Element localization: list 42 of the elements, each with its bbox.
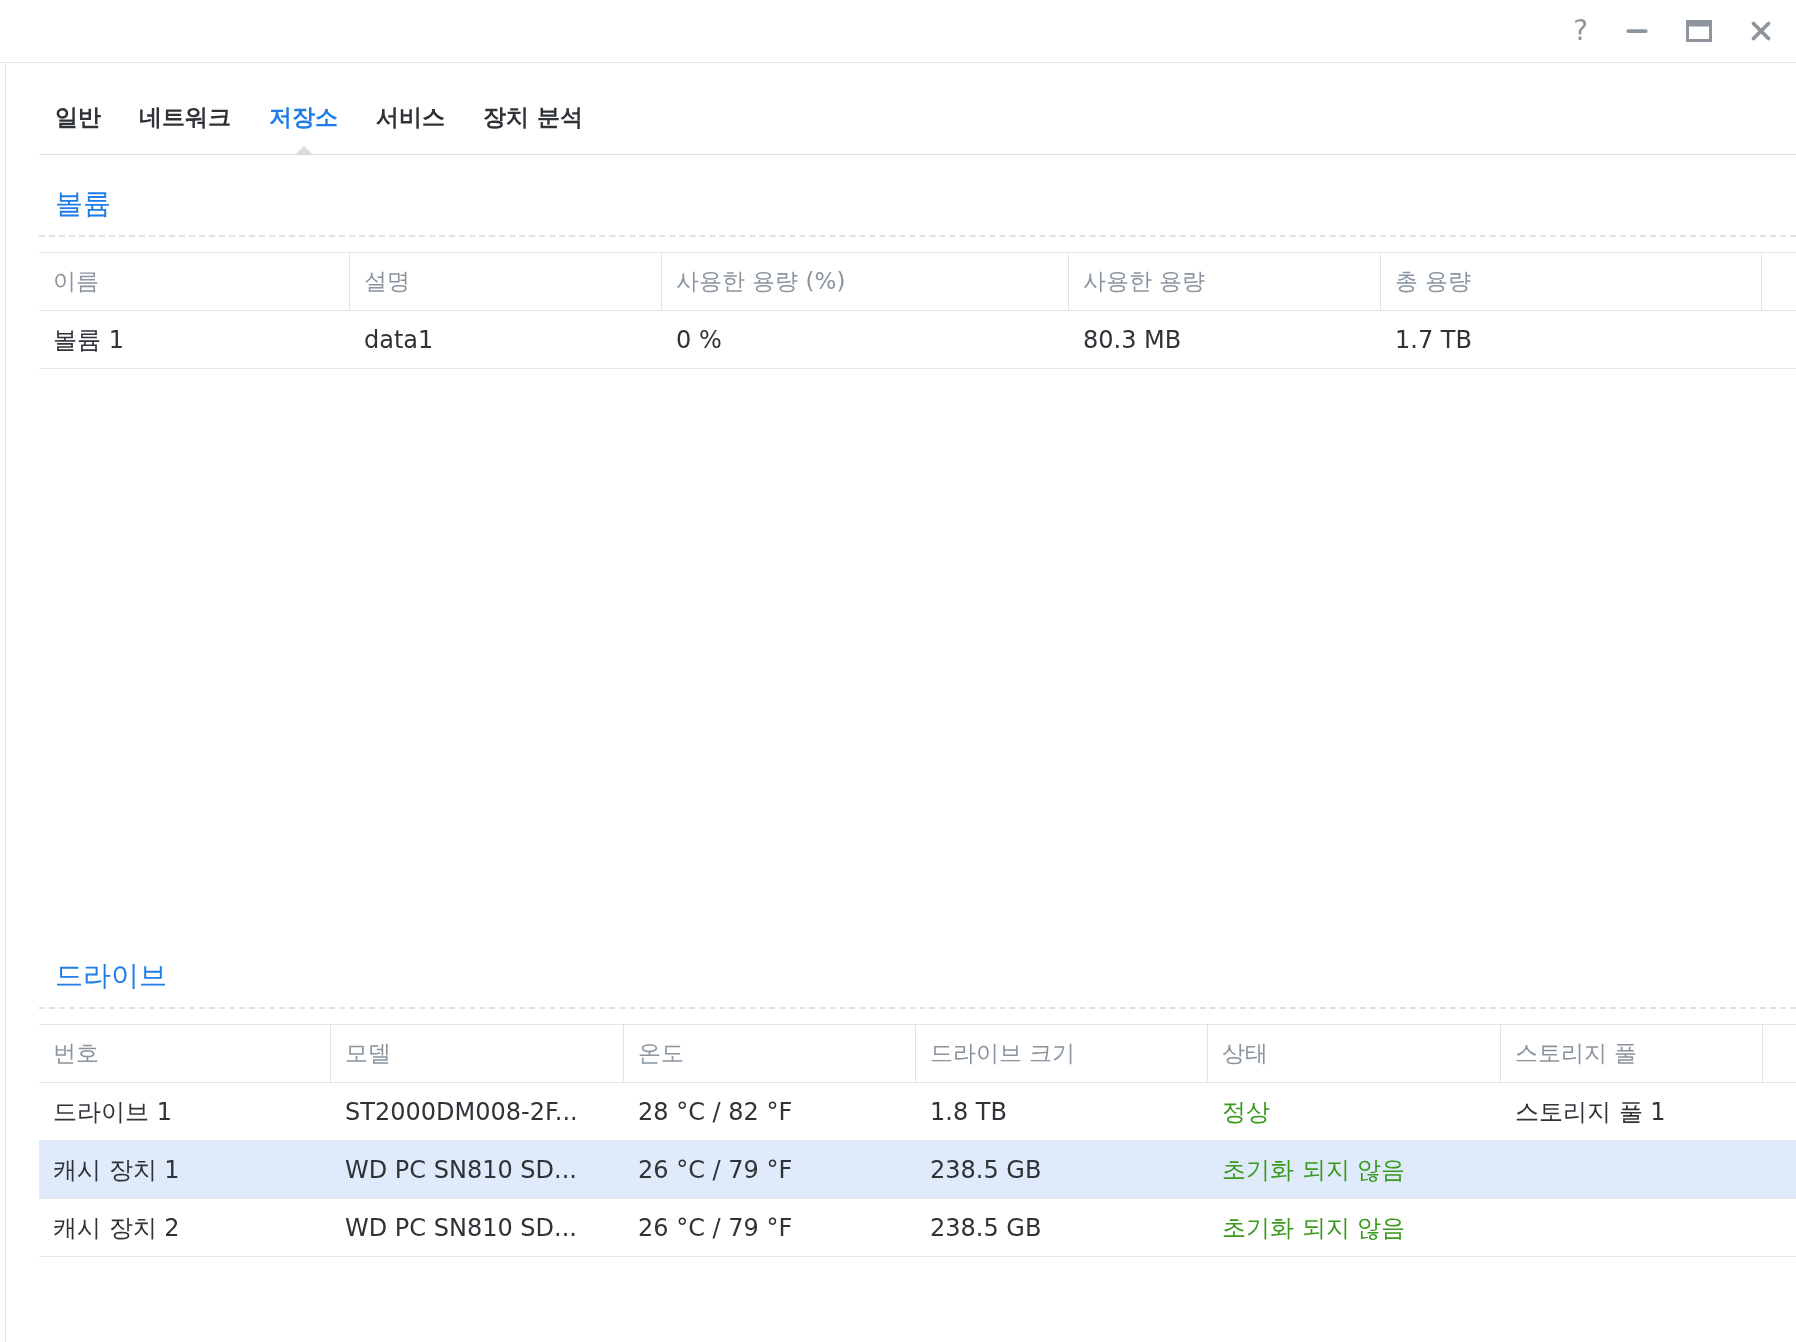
help-icon[interactable]: ?: [1573, 17, 1588, 45]
tab[interactable]: 서비스: [376, 99, 445, 154]
table-cell-text: 초기화 되지 않음: [1222, 1212, 1406, 1244]
table-cell-text: 0 %: [676, 324, 722, 356]
table-row[interactable]: 캐시 장치 1 WD PC SN810 SD... 26 °C / 79 °F 238.5 GB 초기화 되지 않음: [39, 1141, 1796, 1199]
table-cell-text: 26 °C / 79 °F: [638, 1154, 793, 1186]
column-header[interactable]: 상태: [1208, 1025, 1501, 1082]
column-header[interactable]: 사용한 용량: [1069, 253, 1381, 310]
table-cell-text: 초기화 되지 않음: [1222, 1154, 1406, 1186]
table-cell-text: 238.5 GB: [930, 1212, 1042, 1244]
table-cell-text: 볼륨 1: [53, 324, 124, 356]
table-cell-text: 드라이브 1: [53, 1096, 172, 1128]
section-title: 볼륨: [55, 187, 111, 220]
table-cell-text: 정상: [1222, 1096, 1270, 1128]
column-header[interactable]: 총 용량: [1381, 253, 1762, 310]
table-cell-text: data1: [364, 324, 434, 356]
table-cell-text: 28 °C / 82 °F: [638, 1096, 793, 1128]
column-header[interactable]: 스토리지 풀: [1501, 1025, 1763, 1082]
table-cell-text: 캐시 장치 2: [53, 1212, 180, 1244]
table-cell-text: ST2000DM008-2F...: [345, 1096, 578, 1128]
column-header[interactable]: 설명: [350, 253, 662, 310]
column-header[interactable]: 드라이브 크기: [916, 1025, 1208, 1082]
table-cell-text: 1.8 TB: [930, 1096, 1007, 1128]
section-title: 드라이브: [55, 959, 167, 992]
column-header[interactable]: 모델: [331, 1025, 624, 1082]
table-cell-text: 캐시 장치 1: [53, 1154, 180, 1186]
column-header[interactable]: 사용한 용량 (%): [662, 253, 1069, 310]
column-header[interactable]: 이름: [39, 253, 350, 310]
tab[interactable]: 저장소: [269, 99, 338, 154]
table-cell-text: 스토리지 풀 1: [1515, 1096, 1666, 1128]
column-header[interactable]: 온도: [624, 1025, 916, 1082]
table-cell-text: 238.5 GB: [930, 1154, 1042, 1186]
table-cell-text: WD PC SN810 SD...: [345, 1154, 577, 1186]
table-cell-text: WD PC SN810 SD...: [345, 1212, 577, 1244]
tab[interactable]: 네트워크: [139, 99, 231, 154]
tab[interactable]: 장치 분석: [483, 99, 583, 154]
table-cell-text: 80.3 MB: [1083, 324, 1182, 356]
maximize-icon[interactable]: [1686, 20, 1712, 42]
table-cell-text: 26 °C / 79 °F: [638, 1212, 793, 1244]
column-header[interactable]: 번호: [39, 1025, 331, 1082]
table-cell-text: 1.7 TB: [1395, 324, 1472, 356]
tab[interactable]: 일반: [55, 99, 101, 154]
